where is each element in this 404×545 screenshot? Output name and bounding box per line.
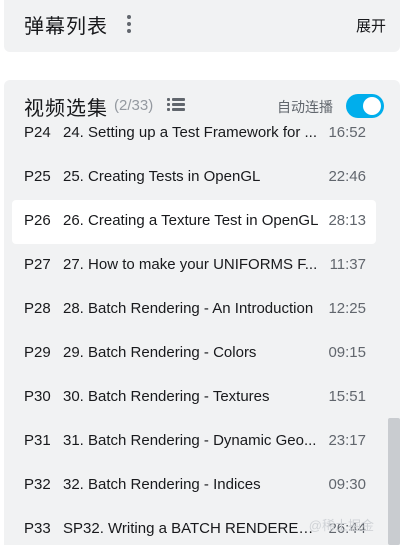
episode-duration: 22:46 xyxy=(328,168,366,185)
episode-number: P33 xyxy=(24,520,51,537)
episode-number: P29 xyxy=(24,344,51,361)
episode-item[interactable]: P24 24. Setting up a Test Framework for … xyxy=(12,112,376,156)
episode-title: 26. Creating a Texture Test in OpenGL xyxy=(63,212,319,229)
episode-item[interactable]: P25 25. Creating Tests in OpenGL 22:46 xyxy=(12,156,376,200)
episode-title: 25. Creating Tests in OpenGL xyxy=(63,168,261,185)
episode-duration: 28:13 xyxy=(328,212,366,229)
episode-item[interactable]: P32 32. Batch Rendering - Indices 09:30 xyxy=(12,464,376,508)
episode-number: P24 xyxy=(24,124,51,141)
episode-item[interactable]: P27 27. How to make your UNIFORMS F... 1… xyxy=(12,244,376,288)
list-view-icon[interactable] xyxy=(167,97,185,113)
episode-duration: 09:15 xyxy=(328,344,366,361)
episode-title: 32. Batch Rendering - Indices xyxy=(63,476,261,493)
episode-list: P24 24. Setting up a Test Framework for … xyxy=(4,112,390,545)
watermark-text: @稀土掘金 xyxy=(308,518,374,533)
episode-title: 30. Batch Rendering - Textures xyxy=(63,388,270,405)
episode-number: P27 xyxy=(24,256,51,273)
episode-number: P28 xyxy=(24,300,51,317)
episode-title: SP32. Writing a BATCH RENDERER... xyxy=(63,520,321,537)
episode-title: 31. Batch Rendering - Dynamic Geo... xyxy=(63,432,317,449)
episode-item[interactable]: P31 31. Batch Rendering - Dynamic Geo...… xyxy=(12,420,376,464)
episode-item[interactable]: P28 28. Batch Rendering - An Introductio… xyxy=(12,288,376,332)
episode-number: P30 xyxy=(24,388,51,405)
episode-title: 29. Batch Rendering - Colors xyxy=(63,344,257,361)
episode-number: P32 xyxy=(24,476,51,493)
episode-number: P26 xyxy=(24,212,51,229)
danmaku-list-header[interactable]: 弹幕列表 展开 xyxy=(4,0,400,52)
episode-title: 24. Setting up a Test Framework for ... xyxy=(63,124,318,141)
episode-duration: 09:30 xyxy=(328,476,366,493)
playlist-scrollbar[interactable] xyxy=(388,418,400,545)
episode-number: P31 xyxy=(24,432,51,449)
episode-item[interactable]: P29 29. Batch Rendering - Colors 09:15 xyxy=(12,332,376,376)
episode-duration: 16:52 xyxy=(328,124,366,141)
episode-duration: 23:17 xyxy=(328,432,366,449)
episode-duration: 11:37 xyxy=(329,256,366,273)
expand-button[interactable]: 展开 xyxy=(356,15,386,36)
episode-title: 27. How to make your UNIFORMS F... xyxy=(63,256,318,273)
episode-item-active[interactable]: P26 26. Creating a Texture Test in OpenG… xyxy=(12,200,376,244)
episode-item[interactable]: P30 30. Batch Rendering - Textures 15:51 xyxy=(12,376,376,420)
more-vertical-icon[interactable] xyxy=(122,13,136,35)
video-playlist: 视频选集 (2/33) 自动连播 P24 24. Setting up a Te… xyxy=(4,80,400,545)
episode-title: 28. Batch Rendering - An Introduction xyxy=(63,300,314,317)
episode-number: P25 xyxy=(24,168,51,185)
episode-duration: 15:51 xyxy=(328,388,366,405)
danmaku-list-title: 弹幕列表 xyxy=(24,16,108,38)
episode-duration: 12:25 xyxy=(328,300,366,317)
